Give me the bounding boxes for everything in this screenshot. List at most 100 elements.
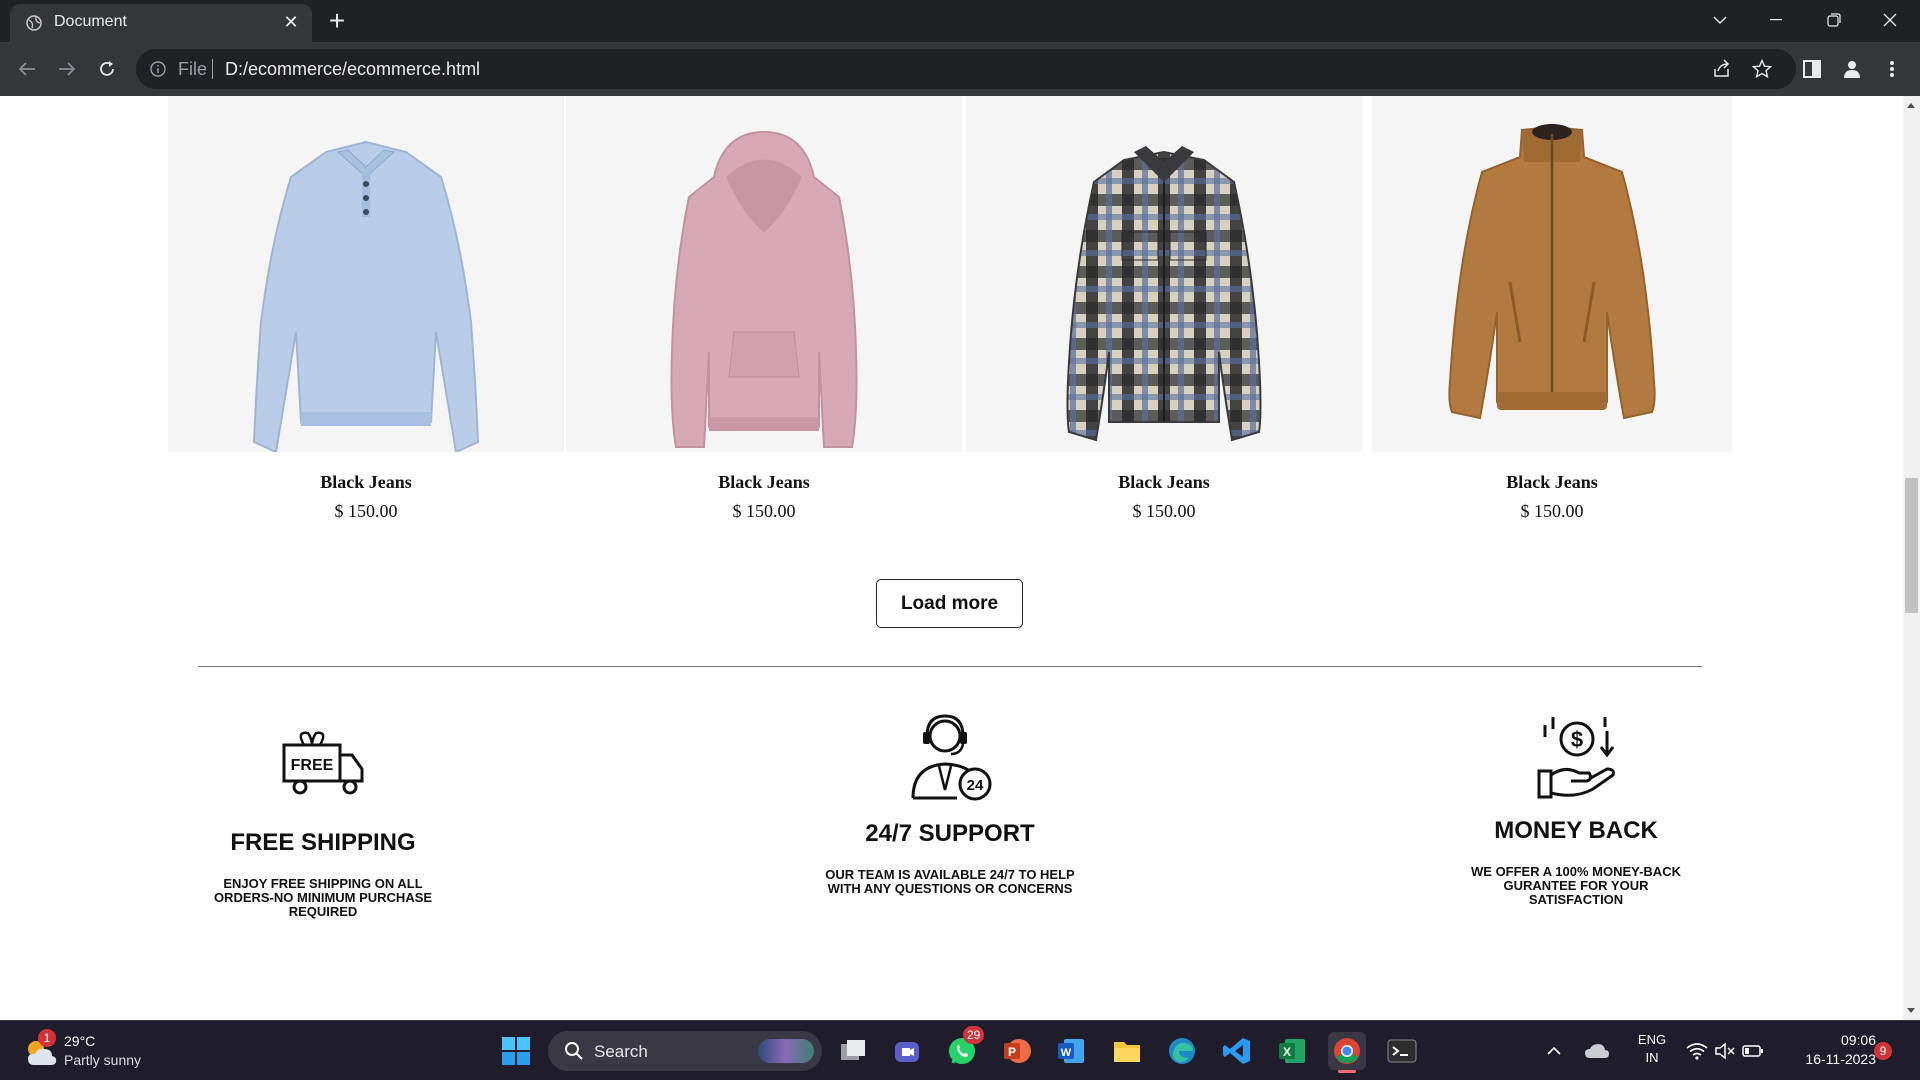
bookmark-star-icon[interactable] <box>1746 53 1778 85</box>
tab-title: Document <box>54 13 127 30</box>
wifi-icon[interactable] <box>1684 1032 1710 1070</box>
battery-icon[interactable] <box>1740 1032 1766 1070</box>
browser-toolbar: File D:/ecommerce/ecommerce.html <box>0 42 1920 96</box>
product-price: $ 150.00 <box>1132 501 1196 521</box>
product-price: $ 150.00 <box>732 501 796 521</box>
word-icon[interactable]: W <box>1052 1032 1090 1070</box>
notification-count-badge[interactable]: 9 <box>1874 1042 1892 1060</box>
product-card[interactable]: Black Jeans $ 150.00 <box>566 96 962 522</box>
svg-text:$: $ <box>1571 727 1583 752</box>
close-window-button[interactable] <box>1862 0 1918 40</box>
feature-title: MONEY BACK <box>1494 817 1658 844</box>
product-card[interactable]: Black Jeans $ 150.00 <box>966 96 1362 522</box>
address-bar[interactable]: File D:/ecommerce/ecommerce.html <box>136 49 1796 89</box>
product-name[interactable]: Black Jeans <box>966 472 1362 493</box>
whatsapp-badge: 29 <box>963 1026 985 1044</box>
reload-icon[interactable] <box>92 54 122 84</box>
product-image-pink-hoodie[interactable] <box>566 96 962 452</box>
feature-free-shipping: FREE FREE SHIPPING ENJOY FREE SHIPPING O… <box>173 725 473 919</box>
money-back-icon: $ <box>1537 717 1615 799</box>
vscode-icon[interactable] <box>1218 1032 1256 1070</box>
feature-money-back: $ MONEY BACK WE OFFER A 100% MONEY-BACK … <box>1426 713 1726 907</box>
url-scheme-label: File <box>178 59 208 79</box>
minimize-button[interactable] <box>1748 0 1804 40</box>
search-label: Search <box>594 1042 648 1061</box>
back-arrow-icon[interactable] <box>12 54 42 84</box>
site-info-icon[interactable] <box>150 61 166 77</box>
chrome-icon[interactable] <box>1328 1032 1366 1073</box>
weather-badge: 1 <box>38 1029 56 1047</box>
feature-title: 24/7 SUPPORT <box>865 820 1035 847</box>
page-scrollbar[interactable] <box>1903 96 1920 1020</box>
onedrive-cloud-icon[interactable] <box>1582 1032 1612 1070</box>
product-image-brown-zip-jacket[interactable] <box>1372 96 1732 452</box>
product-card[interactable]: Black Jeans $ 150.00 <box>168 96 564 522</box>
region-code: IN <box>1645 1050 1659 1065</box>
tab-search-chevron-icon[interactable] <box>1692 0 1748 40</box>
show-hidden-icons-chevron[interactable] <box>1542 1032 1566 1070</box>
file-explorer-icon[interactable] <box>1108 1032 1146 1070</box>
menu-kebab-icon[interactable] <box>1876 53 1908 85</box>
product-image-plaid-flannel-shirt[interactable] <box>966 96 1362 452</box>
teams-meet-icon[interactable] <box>888 1032 926 1070</box>
url-text[interactable]: D:/ecommerce/ecommerce.html <box>225 59 480 80</box>
active-app-indicator <box>1338 1070 1356 1073</box>
svg-text:W: W <box>1061 1047 1072 1059</box>
windows-taskbar: 1 29°C Partly sunny Search 29 P W X ENG … <box>0 1020 1920 1080</box>
weather-temperature: 29°C <box>64 1033 96 1049</box>
load-more-button[interactable]: Load more <box>876 579 1023 628</box>
language-code: ENG <box>1637 1032 1667 1047</box>
forward-arrow-icon[interactable] <box>52 54 82 84</box>
product-name[interactable]: Black Jeans <box>566 472 962 493</box>
excel-icon[interactable]: X <box>1273 1032 1311 1070</box>
taskbar-search-box[interactable]: Search <box>548 1031 822 1071</box>
product-card[interactable]: Black Jeans $ 150.00 <box>1372 96 1732 522</box>
feature-title: FREE SHIPPING <box>230 829 416 856</box>
product-price: $ 150.00 <box>334 501 398 521</box>
clock[interactable]: 09:06 16-11-2023 <box>1780 1031 1876 1069</box>
svg-text:X: X <box>1283 1045 1291 1059</box>
share-icon[interactable] <box>1706 53 1738 85</box>
truck-icon-text: FREE <box>291 757 334 774</box>
feature-description: ENJOY FREE SHIPPING ON ALL ORDERS-NO MIN… <box>213 876 433 919</box>
browser-tab-strip: Document ✕ + <box>0 0 1920 42</box>
profile-icon[interactable] <box>1836 53 1868 85</box>
powerpoint-icon[interactable]: P <box>998 1032 1036 1070</box>
search-icon <box>565 1042 583 1060</box>
weather-widget[interactable]: 1 29°C Partly sunny <box>20 1029 180 1071</box>
start-button[interactable] <box>497 1032 535 1070</box>
svg-text:P: P <box>1008 1045 1016 1059</box>
product-price: $ 150.00 <box>1520 501 1584 521</box>
scroll-down-arrow-icon[interactable] <box>1907 1008 1915 1013</box>
scrollbar-thumb[interactable] <box>1905 478 1918 613</box>
windows-logo-icon <box>502 1037 530 1065</box>
feature-support: 24 24/7 SUPPORT OUR TEAM IS AVAILABLE 24… <box>800 710 1100 896</box>
product-image-light-blue-polo-sweater[interactable] <box>168 96 564 452</box>
free-shipping-truck-icon: FREE <box>282 731 364 795</box>
clock-date: 16-11-2023 <box>1805 1051 1876 1067</box>
feature-description: OUR TEAM IS AVAILABLE 24/7 TO HELP WITH … <box>825 867 1075 896</box>
section-divider <box>198 666 1702 667</box>
terminal-icon[interactable] <box>1383 1032 1421 1070</box>
tab-close-icon[interactable]: ✕ <box>280 11 302 33</box>
product-name[interactable]: Black Jeans <box>1372 472 1732 493</box>
restore-button[interactable] <box>1806 0 1862 40</box>
volume-muted-icon[interactable] <box>1712 1032 1738 1070</box>
product-name[interactable]: Black Jeans <box>168 472 564 493</box>
whatsapp-icon[interactable]: 29 <box>943 1026 985 1070</box>
url-separator <box>212 59 213 79</box>
task-view-icon[interactable] <box>834 1032 872 1070</box>
side-panel-icon[interactable] <box>1796 53 1828 85</box>
feature-description: WE OFFER A 100% MONEY-BACK GURANTEE FOR … <box>1471 864 1681 907</box>
page-viewport: Black Jeans $ 150.00 Black Jeans $ 150.0… <box>0 96 1903 1020</box>
scroll-up-arrow-icon[interactable] <box>1907 103 1915 108</box>
edge-icon[interactable] <box>1163 1032 1201 1070</box>
browser-tab[interactable]: Document ✕ <box>10 4 312 42</box>
support-agent-icon: 24 <box>911 714 992 801</box>
search-highlight-image <box>758 1039 814 1063</box>
new-tab-button[interactable]: + <box>322 6 352 36</box>
globe-icon <box>26 15 42 31</box>
support-icon-text: 24 <box>967 777 984 794</box>
weather-description: Partly sunny <box>64 1052 142 1068</box>
language-indicator[interactable]: ENG IN <box>1632 1031 1672 1067</box>
